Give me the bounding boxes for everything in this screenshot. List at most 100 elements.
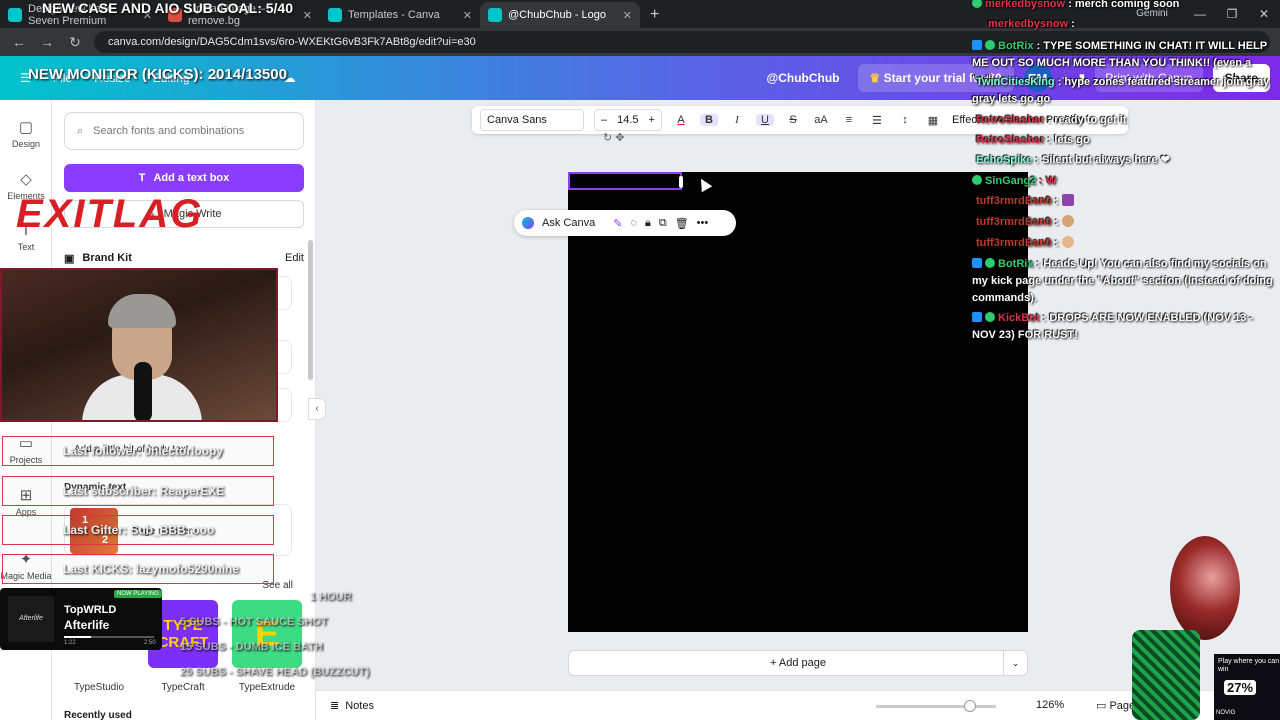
lock-icon[interactable]: 🔒︎	[645, 217, 651, 230]
duplicate-icon[interactable]: ⧉	[659, 217, 667, 230]
chat-user: tuff3rmrdBan0	[976, 195, 1052, 207]
last-gifter-box: Last Gifter: Sub_BBB_ooo	[2, 515, 274, 545]
emote-icon	[1061, 215, 1074, 227]
artist-name: TopWRLD	[64, 604, 117, 616]
decrease-size-button[interactable]: –	[601, 114, 607, 126]
sub-goal-overlay: NEW CASE AND AIO SUB GOAL: 5/40	[42, 0, 293, 16]
increase-size-button[interactable]: +	[649, 114, 655, 126]
zoom-slider-knob[interactable]	[964, 700, 976, 712]
align-icon[interactable]: ≡	[840, 114, 858, 126]
zoom-slider[interactable]	[876, 700, 996, 712]
ticker-line: 25 SUBS - SHAVE HEAD (BUZZCUT)	[180, 666, 370, 678]
forward-icon[interactable]: →	[38, 34, 56, 50]
browser-tab-active[interactable]: @ChubChub - Logo ✕	[480, 2, 640, 28]
chevron-down-icon[interactable]: ⌄	[1003, 651, 1027, 675]
search-input[interactable]: ⌕ Search fonts and combinations	[64, 112, 304, 150]
notes-button[interactable]: ≣ Notes	[330, 699, 374, 713]
chat-user: RetroSlasher	[976, 134, 1045, 146]
resize-handle[interactable]	[679, 176, 683, 188]
chat-message: EchoSpike : Silent but always here ❤	[972, 152, 1276, 169]
now-playing-widget: Afterlife NOW PLAYING TopWRLD Afterlife …	[0, 588, 162, 650]
add-text-box-button[interactable]: T Add a text box	[64, 164, 304, 192]
add-text-box-label: Add a text box	[153, 172, 230, 184]
chat-user: EchoSpike	[976, 154, 1033, 166]
strikethrough-icon[interactable]: S	[784, 114, 802, 126]
verified-icon	[972, 175, 982, 185]
magic-edit-icon[interactable]: ✎	[613, 217, 622, 230]
decor-tower	[1132, 630, 1200, 720]
chat-message: merkedbysnow :	[972, 16, 1276, 33]
bold-icon[interactable]: B	[699, 114, 718, 126]
ad-text: Play where you can win	[1218, 658, 1280, 673]
ask-canva-icon	[522, 217, 534, 229]
chat-text: :	[1071, 18, 1075, 30]
close-icon[interactable]: ✕	[623, 9, 632, 22]
letter-case-icon[interactable]: aA	[812, 114, 830, 126]
search-icon: ⌕	[77, 124, 84, 137]
chat-user: tuff3rmrdBan0	[976, 216, 1052, 228]
design-title[interactable]: @ChubChub	[767, 71, 840, 85]
ask-canva-button[interactable]: Ask Canva	[542, 217, 595, 229]
verified-icon	[985, 40, 995, 50]
recently-used-heading: Recently used	[64, 710, 132, 720]
browser-tab[interactable]: Templates - Canva ✕	[320, 2, 480, 28]
sponsor-ad: Play where you can win 27% NOVIG	[1214, 654, 1280, 720]
italic-icon[interactable]: I	[728, 114, 746, 126]
last-kicks-box: Last KICKS: lazymofo5290nine	[2, 554, 274, 584]
bot-badge-icon	[972, 258, 982, 268]
chat-text: : ready to get it	[1047, 114, 1127, 126]
chat-message: tuff3rmrdBan0 :	[972, 193, 1276, 210]
verified-icon	[985, 312, 995, 322]
text-color-icon[interactable]: A	[672, 114, 690, 126]
emote-icon	[1061, 236, 1074, 248]
back-icon[interactable]: ←	[10, 34, 28, 50]
font-selector[interactable]: Canva Sans	[480, 109, 584, 131]
more-icon[interactable]: •••	[697, 217, 709, 229]
chat-message: RetroSlasher : ready to get it	[972, 112, 1276, 129]
font-size-value[interactable]: 14.5	[617, 114, 638, 126]
add-page-button[interactable]: + Add page ⌄	[568, 650, 1028, 676]
ticker-line: 15 SUBS - DUMB ICE BATH	[180, 641, 323, 653]
chat-text: : W	[1039, 175, 1057, 187]
new-tab-button[interactable]: +	[640, 2, 669, 28]
brand-kit-edit-button[interactable]: Edit	[285, 252, 304, 264]
delete-icon[interactable]: 🗑︎	[675, 217, 689, 230]
comment-icon[interactable]: ◌	[630, 217, 637, 229]
chat-message: RetroSlasher : lets go	[972, 132, 1276, 149]
chat-text: :	[1054, 237, 1059, 249]
sponsor-logo: EXITLAG	[16, 192, 204, 236]
chat-user: BotRix	[998, 258, 1034, 270]
kicks-goal-overlay: NEW MONITOR (KICKS): 2014/13500	[28, 66, 287, 83]
design-canvas[interactable]	[568, 172, 1028, 632]
add-page-label: + Add page	[770, 657, 826, 669]
rotate-handle-icon[interactable]: ↻ ✥	[603, 131, 625, 144]
crown-icon: ♛	[869, 71, 884, 85]
panel-scrollbar[interactable]	[308, 240, 313, 380]
selected-text-box[interactable]	[568, 172, 682, 190]
chat-user: merkedbysnow	[985, 0, 1066, 10]
verified-icon	[972, 0, 982, 8]
list-icon[interactable]: ☰	[868, 114, 886, 127]
bot-badge-icon	[972, 40, 982, 50]
rail-item-design[interactable]: ▢ Design	[0, 118, 52, 149]
chat-user: RetroSlasher	[976, 114, 1045, 126]
close-icon[interactable]: ✕	[303, 9, 312, 22]
rail-label: Text	[17, 242, 35, 252]
streamer-beanie	[108, 294, 176, 328]
zoom-level[interactable]: 126%	[1036, 699, 1064, 711]
chat-user: KickBot	[998, 312, 1040, 324]
emote-icon	[1061, 194, 1074, 206]
notes-label: Notes	[345, 699, 374, 712]
collapse-panel-button[interactable]: ‹	[308, 398, 326, 420]
chat-message: SinGang2 : W	[972, 173, 1276, 190]
tab-favicon-icon	[328, 8, 342, 22]
chat-text: : Silent but always here ❤	[1035, 154, 1170, 166]
text-icon: T	[138, 172, 146, 184]
spacing-icon[interactable]: ↕	[896, 114, 914, 126]
transparency-icon[interactable]: ▦	[924, 114, 942, 127]
verified-icon	[985, 258, 995, 268]
underline-icon[interactable]: U	[755, 114, 774, 126]
close-icon[interactable]: ✕	[463, 9, 472, 22]
bot-badge-icon	[972, 312, 982, 322]
reload-icon[interactable]: ↻	[66, 34, 84, 51]
